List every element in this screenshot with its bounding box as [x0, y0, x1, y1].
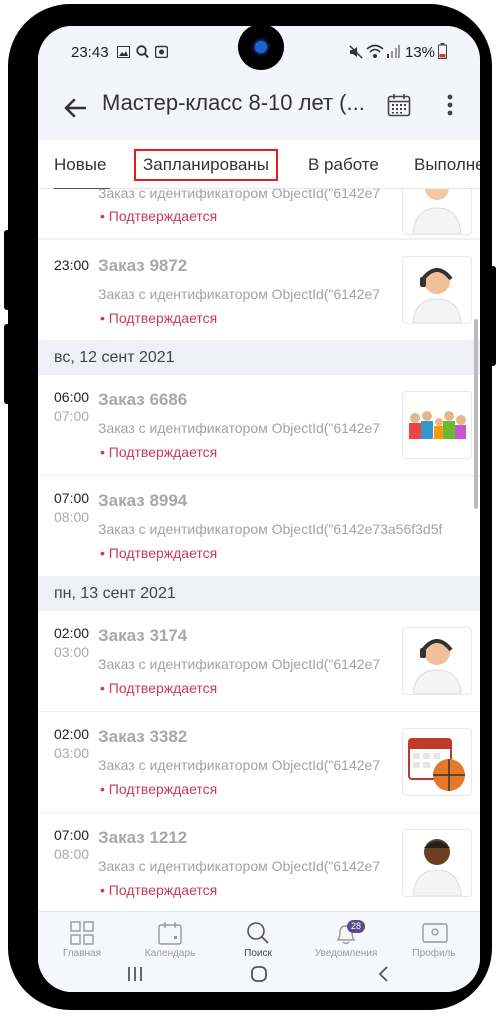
volume-button-2 [4, 324, 10, 404]
order-status: • Подтверждается [100, 882, 218, 898]
order-status: • Подтверждается [100, 545, 218, 561]
order-start-time: 23:00 [54, 257, 90, 273]
battery-percent: 13% [405, 44, 436, 61]
notification-badge: 28 [347, 920, 366, 933]
date-header: пн, 13 сент 2021 [38, 577, 480, 611]
calendar-button-icon[interactable] [387, 93, 411, 117]
calendar-icon [158, 922, 182, 945]
support-operator-icon [402, 627, 472, 695]
order-start-time: 02:00 [54, 726, 90, 742]
order-start-time: 06:00 [54, 389, 90, 405]
home-grid-icon [70, 921, 94, 945]
mute-icon [349, 45, 363, 59]
order-end-time: 08:00 [54, 846, 90, 862]
camera-status-icon [155, 45, 168, 58]
man-avatar-icon [402, 189, 472, 235]
tab-new[interactable]: Новые [54, 140, 110, 191]
date-header: вс, 12 сент 2021 [38, 341, 480, 375]
order-status: • Подтверждается [100, 781, 218, 797]
tab-scheduled-label: Запланированы [134, 149, 278, 181]
front-camera [238, 26, 284, 70]
gallery-icon [117, 46, 130, 58]
order-title: Заказ 6686 [98, 390, 188, 409]
screen: 23:43 13% Мастер-класс 8-10 лет (... Нов… [38, 26, 480, 992]
order-end-time: 07:00 [54, 408, 90, 424]
profile-card-icon [422, 923, 448, 943]
order-card[interactable]: 02:00 03:00 Заказ 3174 Заказ с идентифик… [38, 611, 480, 711]
power-button [490, 266, 496, 366]
nav-profile-label: Профиль [412, 948, 456, 959]
phone-frame: 23:43 13% Мастер-класс 8-10 лет (... Нов… [4, 4, 496, 1010]
system-navigation-bar [38, 963, 480, 992]
order-card[interactable]: 02:00 03:00 Заказ 3382 Заказ с идентифик… [38, 712, 480, 812]
signal-icon [387, 45, 400, 58]
order-description: Заказ с идентификатором ObjectId("6142e7 [98, 189, 381, 201]
order-title: Заказ 3382 [98, 727, 188, 746]
volume-button [4, 230, 10, 310]
order-start-time: 07:00 [54, 827, 90, 843]
support-operator-icon [402, 256, 472, 324]
battery-icon [438, 43, 447, 59]
order-start-time: 07:00 [54, 490, 90, 506]
order-start-time: 02:00 [54, 625, 90, 641]
app-bar: Мастер-класс 8-10 лет (... [38, 76, 480, 140]
order-description: Заказ с идентификатором ObjectId("6142e7 [98, 420, 381, 436]
tab-bar: Новые Запланированы В работе Выполне [38, 140, 480, 191]
nav-search-label: Поиск [244, 948, 272, 959]
order-status: • Подтверждается [100, 444, 218, 460]
order-status: • Подтверждается [100, 208, 218, 224]
search-status-icon [136, 45, 149, 59]
nav-home-label: Главная [62, 948, 102, 959]
family-group-icon [402, 391, 472, 459]
order-card[interactable]: 23:00 Заказ 9872 Заказ с идентификатором… [38, 240, 480, 340]
order-title: Заказ 3174 [98, 626, 188, 645]
order-title: Заказ 1212 [98, 828, 188, 847]
order-end-time: 03:00 [54, 745, 90, 761]
more-menu-icon[interactable] [447, 94, 453, 116]
page-title: Мастер-класс 8-10 лет (... [102, 90, 365, 115]
order-status: • Подтверждается [100, 680, 218, 696]
tab-done[interactable]: Выполне [414, 140, 480, 188]
tab-scheduled[interactable]: Запланированы [134, 140, 278, 188]
date-header-label: пн, 13 сент 2021 [54, 585, 176, 602]
order-title: Заказ 9872 [98, 256, 188, 275]
order-status: • Подтверждается [100, 310, 218, 326]
recent-apps-icon[interactable] [126, 965, 144, 983]
order-card[interactable]: 07:00 08:00 Заказ 1212 Заказ с идентифик… [38, 813, 480, 911]
nav-calendar-label: Календарь [144, 948, 196, 959]
home-button-icon[interactable] [250, 965, 268, 983]
order-description: Заказ с идентификатором ObjectId("6142e7 [98, 286, 381, 302]
order-title: Заказ 8994 [98, 491, 188, 510]
calendar-basketball-icon [402, 728, 472, 796]
order-end-time: 08:00 [54, 509, 90, 525]
bottom-navigation: Главная Календарь Поиск 28 Уведомления П… [38, 911, 480, 964]
wifi-icon [366, 44, 384, 58]
order-card[interactable]: Заказ с идентификатором ObjectId("6142e7… [38, 189, 480, 238]
back-button-icon[interactable] [376, 965, 390, 983]
order-end-time: 03:00 [54, 644, 90, 660]
order-card[interactable]: 07:00 08:00 Заказ 8994 Заказ с идентифик… [38, 476, 480, 576]
search-icon [247, 922, 269, 944]
order-description: Заказ с идентификатором ObjectId("6142e7 [98, 757, 381, 773]
nav-notifications-label: Уведомления [314, 948, 378, 959]
order-description: Заказ с идентификатором ObjectId("6142e7 [98, 656, 381, 672]
order-list[interactable]: Заказ с идентификатором ObjectId("6142e7… [38, 189, 480, 911]
man-avatar-dark-icon [402, 829, 472, 897]
status-bar: 23:43 13% [38, 26, 480, 76]
status-time: 23:43 [71, 44, 109, 61]
tab-in-progress[interactable]: В работе [308, 140, 379, 188]
order-description: Заказ с идентификатором ObjectId("6142e7… [98, 521, 443, 537]
date-header-label: вс, 12 сент 2021 [54, 349, 175, 366]
order-description: Заказ с идентификатором ObjectId("6142e7 [98, 858, 381, 874]
order-card[interactable]: 06:00 07:00 Заказ 6686 Заказ с идентифик… [38, 375, 480, 475]
scrollbar[interactable] [474, 319, 478, 509]
back-arrow-icon[interactable] [64, 98, 86, 118]
